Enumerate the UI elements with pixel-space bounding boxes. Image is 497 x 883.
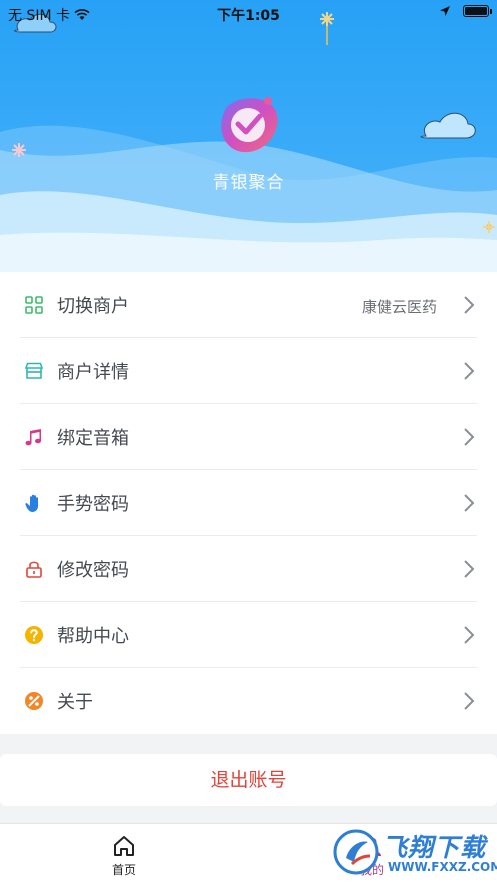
chevron-right-icon — [464, 560, 475, 578]
hand-icon — [25, 494, 38, 512]
chevron-right-icon — [464, 362, 475, 380]
tab-home[interactable]: 首页 — [24, 824, 224, 883]
status-bar: 无 SIM 卡 下午1:05 — [0, 0, 497, 26]
app-name: 青银聚合 — [212, 173, 285, 193]
watermark-url: WWW.FXXZ.COM — [388, 860, 497, 874]
grid-icon — [25, 296, 43, 314]
site-watermark: 飞翔下载 WWW.FXXZ.COM — [330, 826, 497, 878]
location-arrow-icon — [440, 6, 450, 16]
menu-item-label: 帮助中心 — [57, 626, 129, 647]
music-note-icon — [25, 429, 41, 446]
menu-item-label: 切换商户 — [57, 296, 129, 317]
menu-item-label: 修改密码 — [57, 560, 129, 581]
menu-item-gesture-password[interactable]: 手势密码 — [0, 470, 497, 536]
chevron-right-icon — [464, 428, 475, 446]
logout-button[interactable]: 退出账号 — [0, 754, 497, 806]
battery-icon — [463, 5, 492, 17]
chevron-right-icon — [464, 494, 475, 512]
menu-item-about[interactable]: 关于 — [0, 668, 497, 734]
menu-item-help-center[interactable]: 帮助中心 — [0, 602, 497, 668]
chevron-right-icon — [464, 626, 475, 644]
chevron-right-icon — [464, 692, 475, 710]
tab-home-label: 首页 — [111, 863, 136, 877]
app-logo — [221, 97, 278, 153]
menu-item-switch-merchant[interactable]: 切换商户 康健云医药 — [0, 272, 497, 338]
menu-item-bind-speaker[interactable]: 绑定音箱 — [0, 404, 497, 470]
menu-item-label: 关于 — [57, 692, 93, 713]
menu-item-label: 商户详情 — [57, 362, 129, 383]
menu-item-merchant-details[interactable]: 商户详情 — [0, 338, 497, 404]
current-merchant-value: 康健云医药 — [361, 298, 437, 316]
lock-icon — [26, 561, 42, 578]
status-time: 下午1:05 — [217, 8, 280, 24]
settings-menu: 切换商户 康健云医药 商户详情 绑定音箱 手势密码 修改密码 帮助中心 关于 — [0, 272, 497, 734]
menu-item-label: 手势密码 — [57, 494, 129, 515]
menu-item-label: 绑定音箱 — [57, 428, 129, 449]
profile-header: 无 SIM 卡 下午1:05 青银聚合 — [0, 0, 497, 272]
about-icon — [25, 692, 43, 710]
watermark-logo-icon — [333, 829, 379, 875]
question-icon — [25, 626, 43, 644]
home-icon — [114, 836, 134, 856]
menu-item-change-password[interactable]: 修改密码 — [0, 536, 497, 602]
store-icon — [24, 362, 44, 379]
chevron-right-icon — [464, 296, 475, 314]
watermark-text: 飞翔下载 — [382, 833, 487, 862]
